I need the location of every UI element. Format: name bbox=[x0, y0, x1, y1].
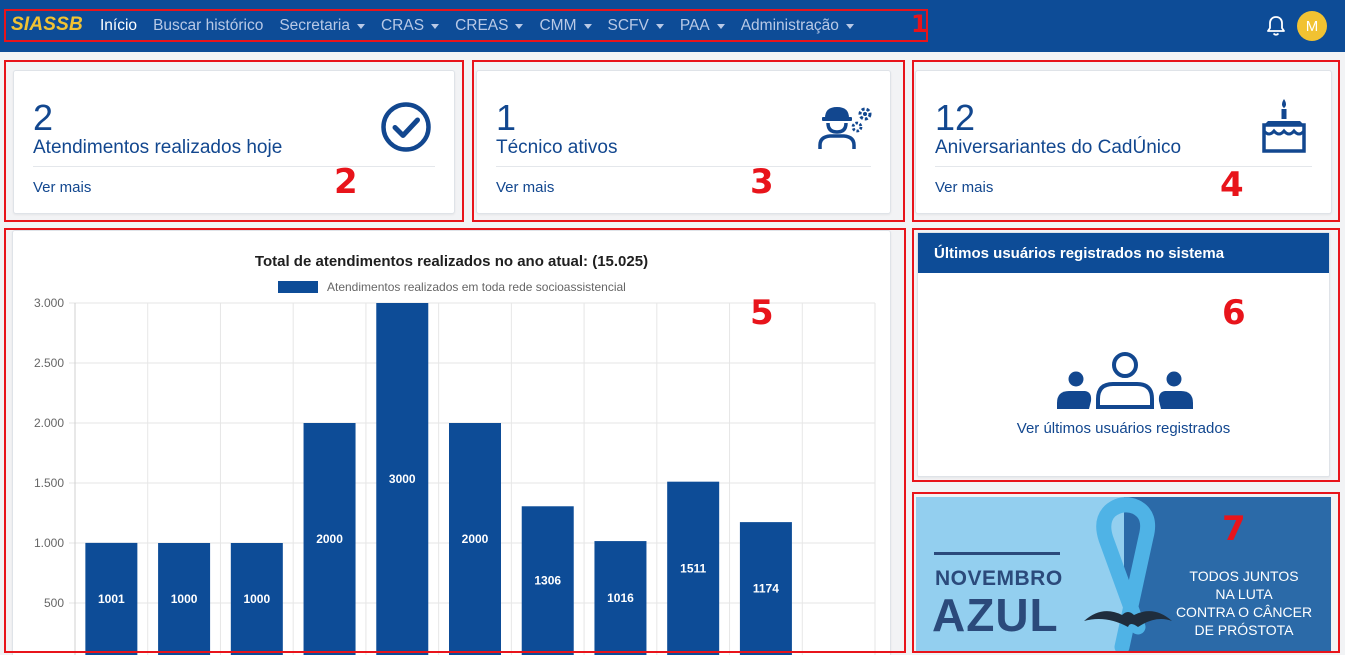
ver-ultimos-usuarios-link[interactable]: Ver últimos usuários registrados bbox=[918, 420, 1329, 437]
chart-title: Total de atendimentos realizados no ano … bbox=[254, 253, 649, 270]
nav-item-label: CREAS bbox=[455, 17, 509, 34]
nav-menu: Início Buscar histórico Secretaria CRAS CREA… bbox=[100, 0, 870, 52]
bell-icon[interactable] bbox=[1266, 15, 1286, 37]
annotation-number: 3 bbox=[750, 162, 774, 202]
divider bbox=[33, 166, 435, 167]
stat-value: 12 bbox=[935, 97, 976, 138]
stat-label: Técnico ativos bbox=[496, 137, 618, 158]
nav-item-creas[interactable]: CREAS bbox=[455, 17, 524, 35]
nav-item-buscar-historico[interactable]: Buscar histórico bbox=[153, 17, 263, 35]
legend-swatch bbox=[278, 281, 318, 293]
nav-item-administracao[interactable]: Administração bbox=[741, 17, 854, 35]
ver-mais-link[interactable]: Ver mais bbox=[33, 179, 91, 196]
nav-item-label: Início bbox=[100, 17, 138, 34]
stat-value: 2 bbox=[33, 97, 54, 138]
nav-item-label: SCFV bbox=[607, 17, 649, 34]
check-circle-icon bbox=[381, 102, 431, 152]
latest-users-card: Últimos usuários registrados no sistema … bbox=[917, 232, 1330, 477]
divider bbox=[935, 166, 1312, 167]
user-avatar[interactable]: M bbox=[1297, 11, 1327, 41]
birthday-cake-icon bbox=[1262, 99, 1306, 153]
nav-item-label: CMM bbox=[539, 17, 577, 34]
caret-down-icon bbox=[716, 24, 725, 29]
caret-down-icon bbox=[655, 24, 664, 29]
nav-item-label: Administração bbox=[740, 17, 839, 34]
caret-down-icon bbox=[356, 24, 365, 29]
stat-card-tecnicos: 1 Técnico ativos Ver mais bbox=[476, 70, 891, 214]
nav-item-cras[interactable]: CRAS bbox=[380, 17, 440, 35]
nav-item-scfv[interactable]: SCFV bbox=[608, 17, 664, 35]
divider bbox=[496, 166, 871, 167]
nav-item-label: PAA bbox=[679, 17, 710, 34]
stat-value: 1 bbox=[496, 97, 517, 138]
nav-item-label: CRAS bbox=[380, 17, 425, 34]
nav-item-label: Buscar histórico bbox=[153, 17, 264, 34]
ver-mais-link[interactable]: Ver mais bbox=[935, 179, 993, 196]
caret-down-icon bbox=[845, 24, 854, 29]
stat-label: Atendimentos realizados hoje bbox=[33, 137, 283, 158]
nav-item-secretaria[interactable]: Secretaria bbox=[279, 17, 365, 35]
ver-mais-link[interactable]: Ver mais bbox=[496, 179, 554, 196]
users-group-icon bbox=[1057, 352, 1193, 409]
legend-label: Atendimentos realizados em toda rede soc… bbox=[327, 280, 626, 294]
annotation-number: 4 bbox=[1220, 165, 1244, 205]
annotation-number: 6 bbox=[1222, 293, 1246, 333]
nav-item-inicio[interactable]: Início bbox=[100, 17, 137, 35]
latest-users-header: Últimos usuários registrados no sistema bbox=[918, 233, 1329, 273]
top-navbar: SIASSB Início Buscar histórico Secretaria C… bbox=[0, 0, 1345, 52]
novembro-azul-banner[interactable]: NOVEMBRO AZUL TODOS JUNTOS NA LUTA CONTR… bbox=[916, 497, 1331, 651]
brand-logo[interactable]: SIASSB bbox=[11, 14, 83, 36]
chart-legend[interactable]: Atendimentos realizados em toda rede soc… bbox=[278, 280, 626, 294]
nav-item-cmm[interactable]: CMM bbox=[539, 17, 592, 35]
caret-down-icon bbox=[583, 24, 592, 29]
annotation-number: 5 bbox=[750, 293, 774, 333]
stat-card-atendimentos: 2 Atendimentos realizados hoje Ver mais bbox=[13, 70, 455, 214]
divider bbox=[934, 552, 1060, 555]
annotation-number: 1 bbox=[911, 10, 928, 38]
nav-item-paa[interactable]: PAA bbox=[680, 17, 725, 35]
annotation-number: 7 bbox=[1222, 509, 1246, 549]
annotation-number: 2 bbox=[334, 162, 358, 202]
banner-campaign-text: TODOS JUNTOS NA LUTA CONTRA O CÂNCER DE … bbox=[1175, 568, 1313, 638]
caret-down-icon bbox=[431, 24, 440, 29]
engineer-gears-icon bbox=[818, 107, 872, 149]
banner-title-line2: AZUL bbox=[932, 589, 1059, 641]
stat-card-aniversariantes: 12 Aniversariantes do CadÚnico Ver mais bbox=[915, 70, 1332, 214]
caret-down-icon bbox=[515, 24, 524, 29]
nav-item-label: Secretaria bbox=[279, 17, 350, 34]
stat-label: Aniversariantes do CadÚnico bbox=[935, 137, 1182, 158]
